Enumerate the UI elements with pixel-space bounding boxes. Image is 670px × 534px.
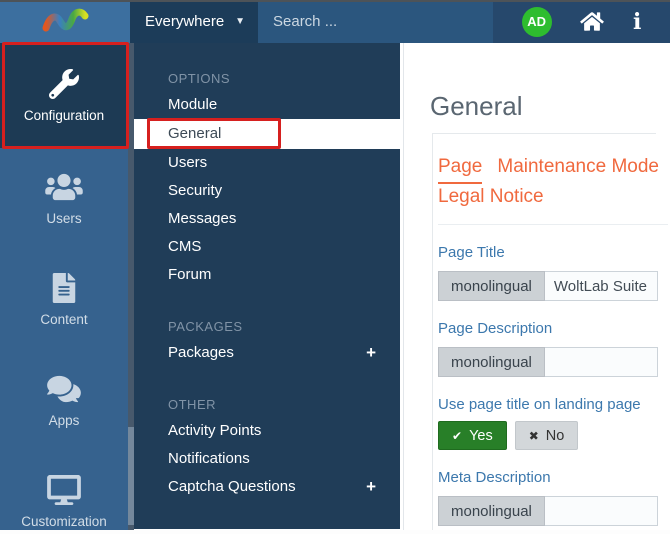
submenu-item-label: Security	[168, 182, 223, 199]
page-description-input-group: monolingual	[438, 347, 658, 377]
tab-menu: Page Maintenance Mode Legal Notice	[438, 156, 668, 225]
sidebar-item-configuration[interactable]: Configuration	[0, 43, 128, 148]
yes-button-label: Yes	[469, 427, 493, 444]
meta-description-input[interactable]	[544, 496, 658, 526]
yes-button[interactable]: ✔ Yes	[438, 421, 507, 450]
field-label-landing-page-title: Use page title on landing page	[438, 396, 641, 413]
submenu-item-forum[interactable]: Forum	[134, 261, 400, 289]
info-icon[interactable]: i	[633, 11, 641, 33]
submenu-group-header: PACKAGES	[168, 319, 243, 334]
search-scope-value: Everywhere	[145, 13, 225, 30]
search-input[interactable]	[258, 13, 493, 30]
submenu-item-messages[interactable]: Messages	[134, 205, 400, 233]
submenu-item-label: Messages	[168, 210, 237, 227]
main-content: General Page Maintenance Mode Legal Noti…	[400, 43, 670, 534]
submenu-item-module[interactable]: Module	[134, 91, 400, 119]
no-button-label: No	[545, 427, 565, 444]
submenu-item-label: General	[168, 125, 222, 142]
page-title-input[interactable]	[544, 271, 658, 301]
top-bar: Everywhere ▼ AD i	[0, 0, 670, 43]
search-bar	[258, 0, 493, 43]
field-label-page-description: Page Description	[438, 320, 553, 337]
sidebar-item-label: Users	[46, 210, 82, 226]
comments-icon	[47, 375, 81, 402]
submenu-item-packages[interactable]: Packages +	[134, 339, 400, 367]
sidebar-item-label: Customization	[21, 513, 107, 529]
configuration-submenu: OPTIONS Module General Users Security Me…	[134, 43, 400, 529]
check-icon: ✔	[452, 428, 463, 443]
users-icon	[45, 173, 83, 200]
submenu-item-users[interactable]: Users	[134, 149, 400, 177]
search-scope-dropdown[interactable]: Everywhere ▼	[130, 0, 258, 43]
chevron-down-icon: ▼	[235, 16, 245, 27]
submenu-item-label: Captcha Questions	[168, 478, 296, 495]
sidebar-item-users[interactable]: Users	[0, 148, 128, 249]
yes-no-toggle: ✔ Yes ✖ No	[438, 421, 656, 450]
submenu-item-label: Packages	[168, 344, 234, 361]
language-prefix-button[interactable]: monolingual	[438, 271, 545, 301]
tab-page[interactable]: Page	[438, 156, 483, 184]
submenu-item-label: Forum	[168, 266, 212, 283]
sidebar-item-apps[interactable]: Apps	[0, 350, 128, 451]
main-sidebar: Configuration Users Content Apps Customi…	[0, 43, 128, 534]
avatar[interactable]: AD	[521, 6, 552, 37]
page-title: General	[430, 91, 523, 121]
topbar-right: AD i	[493, 0, 670, 43]
page-title-input-group: monolingual	[438, 271, 658, 301]
language-prefix-button[interactable]: monolingual	[438, 347, 545, 377]
sidebar-item-customization[interactable]: Customization	[0, 451, 128, 534]
sidebar-item-label: Configuration	[23, 107, 105, 123]
submenu-item-label: Notifications	[168, 450, 250, 467]
submenu-group-header: OPTIONS	[168, 71, 231, 86]
submenu-item-notifications[interactable]: Notifications	[134, 445, 400, 473]
sidebar-item-content[interactable]: Content	[0, 249, 128, 350]
woltlab-logo[interactable]	[0, 0, 130, 43]
no-button[interactable]: ✖ No	[514, 421, 579, 450]
submenu-item-cms[interactable]: CMS	[134, 233, 400, 261]
plus-icon[interactable]: +	[366, 478, 376, 496]
sidebar-item-label: Apps	[48, 412, 80, 428]
language-prefix-button[interactable]: monolingual	[438, 496, 545, 526]
tab-legal-notice[interactable]: Legal Notice	[438, 186, 544, 212]
submenu-item-label: Users	[168, 154, 208, 171]
submenu-item-captcha-questions[interactable]: Captcha Questions +	[134, 473, 400, 501]
submenu-item-activity-points[interactable]: Activity Points	[134, 417, 400, 445]
woltlab-logo-icon	[42, 8, 89, 31]
general-options-card: Page Maintenance Mode Legal Notice Page …	[432, 133, 668, 534]
field-label-meta-description: Meta Description	[438, 469, 551, 486]
page-description-input[interactable]	[544, 347, 658, 377]
content-divider	[403, 43, 404, 534]
tab-maintenance-mode[interactable]: Maintenance Mode	[497, 156, 659, 184]
submenu-group-header: OTHER	[168, 397, 216, 412]
plus-icon[interactable]: +	[366, 344, 376, 362]
wrench-icon	[48, 68, 79, 99]
submenu-item-security[interactable]: Security	[134, 177, 400, 205]
sidebar-item-label: Content	[40, 311, 88, 327]
submenu-item-label: Module	[168, 96, 218, 113]
x-icon: ✖	[528, 428, 539, 443]
meta-description-input-group: monolingual	[438, 496, 658, 526]
home-icon[interactable]	[580, 11, 605, 32]
field-label-page-title: Page Title	[438, 244, 505, 261]
monitor-icon	[47, 474, 81, 505]
submenu-item-label: CMS	[168, 238, 202, 255]
document-icon	[52, 272, 76, 303]
submenu-item-label: Activity Points	[168, 422, 262, 439]
submenu-item-general[interactable]: General	[134, 119, 400, 149]
bottom-edge	[0, 530, 670, 534]
